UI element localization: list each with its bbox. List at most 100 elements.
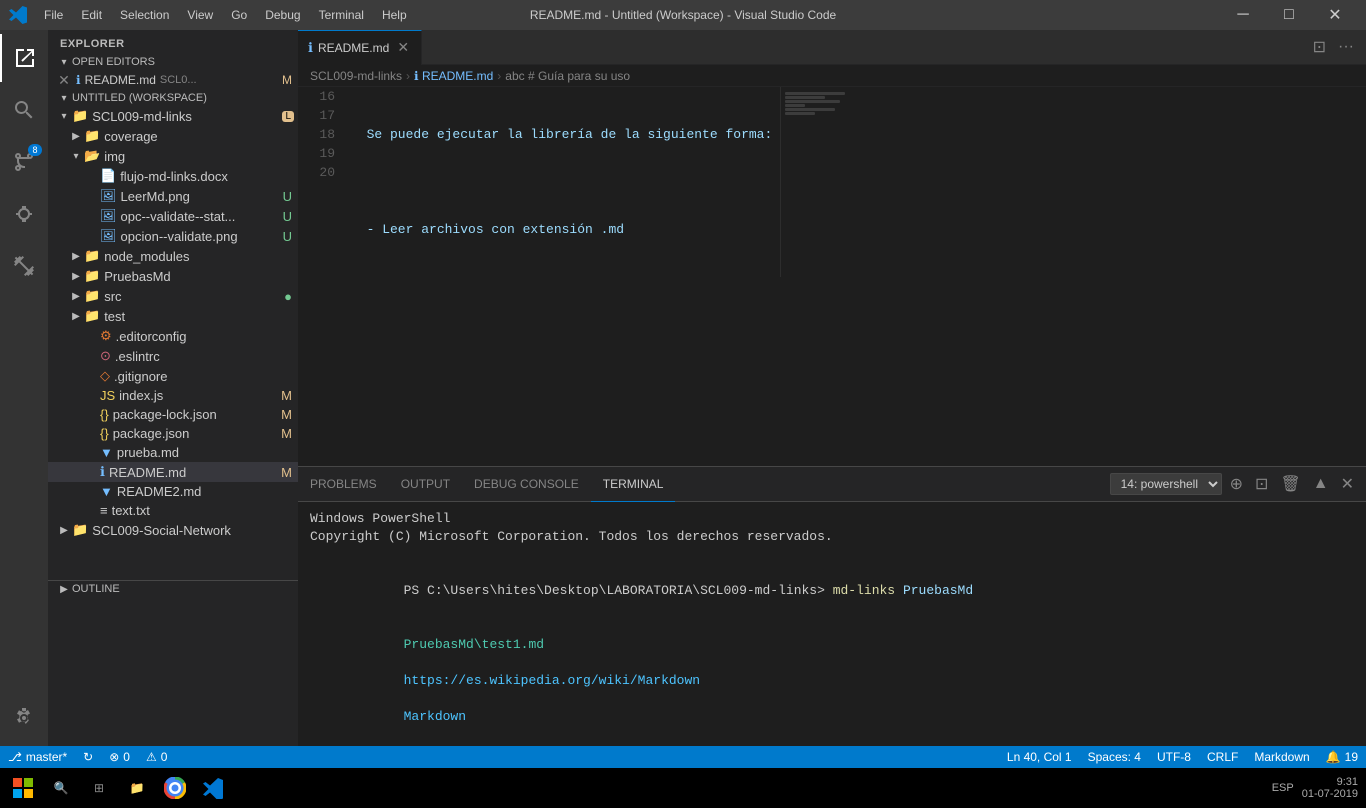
open-editor-readme[interactable]: ✕ ℹ README.md SCL0... M <box>48 70 298 90</box>
flujo-file[interactable]: ▶ 📄 flujo-md-links.docx <box>48 166 298 186</box>
readme-tab-close[interactable]: ✕ <box>395 40 411 56</box>
pruebasmd-folder[interactable]: ▶ 📁 PruebasMd <box>48 266 298 286</box>
taskbar-clock[interactable]: 9:31 01-07-2019 <box>1302 776 1358 800</box>
sidebar-spacer <box>48 540 298 580</box>
open-editors-header[interactable]: ▾ OPEN EDITORS <box>48 54 298 70</box>
result-extra-1: Markdown <box>404 709 466 724</box>
settings-activity-icon[interactable] <box>0 694 48 742</box>
line-ending-status[interactable]: CRLF <box>1199 746 1246 768</box>
breadcrumb-section[interactable]: abc # Guía para su uso <box>505 69 630 83</box>
editorconfig-name: .editorconfig <box>116 329 298 344</box>
readme-tab[interactable]: ℹ README.md ✕ <box>298 30 422 65</box>
source-control-activity-icon[interactable]: 8 <box>0 138 48 186</box>
workspace-header[interactable]: ▾ UNTITLED (WORKSPACE) <box>48 90 298 106</box>
pruebasmd-arrow: ▶ <box>68 271 84 282</box>
output-tab[interactable]: OUTPUT <box>389 467 462 502</box>
root-folder-name: SCL009-md-links <box>92 109 282 124</box>
task-view[interactable]: ⊞ <box>84 773 114 803</box>
gitignore-file[interactable]: ▶ ◇ .gitignore <box>48 366 298 386</box>
menu-help[interactable]: Help <box>374 6 415 24</box>
kill-terminal-icon[interactable]: 🗑 <box>1276 472 1304 496</box>
coverage-folder[interactable]: ▶ 📁 coverage <box>48 126 298 146</box>
debug-console-tab[interactable]: DEBUG CONSOLE <box>462 467 591 502</box>
search-taskbar[interactable]: 🔍 <box>46 773 76 803</box>
leermd-file[interactable]: ▶ 🖼 LeerMd.png U <box>48 186 298 206</box>
terminal-content[interactable]: Windows PowerShell Copyright (C) Microso… <box>298 502 1366 746</box>
eslintrc-file[interactable]: ▶ ⊙ .eslintrc <box>48 346 298 366</box>
opcion-validate-file[interactable]: ▶ 🖼 opcion--validate.png U <box>48 226 298 246</box>
editorconfig-file[interactable]: ▶ ⚙ .editorconfig <box>48 326 298 346</box>
breadcrumb-root[interactable]: SCL009-md-links <box>310 69 402 83</box>
outline-section: ▶ OUTLINE <box>48 580 298 597</box>
new-terminal-icon[interactable]: ⊕ <box>1226 472 1247 496</box>
menu-view[interactable]: View <box>179 6 221 24</box>
sync-status[interactable]: ↻ <box>75 746 101 768</box>
file-explorer-taskbar[interactable]: 📁 <box>122 773 152 803</box>
menu-terminal[interactable]: Terminal <box>311 6 372 24</box>
debug-activity-icon[interactable] <box>0 190 48 238</box>
line-num-20: 20 <box>306 163 335 182</box>
errors-status[interactable]: ⊗ 0 <box>101 746 138 768</box>
start-button[interactable] <box>8 773 38 803</box>
readme-tab-name: README.md <box>318 41 389 55</box>
chrome-taskbar[interactable] <box>160 773 190 803</box>
encoding-status[interactable]: UTF-8 <box>1149 746 1199 768</box>
editor-close-icon[interactable]: ✕ <box>56 72 72 88</box>
social-network-folder[interactable]: ▶ 📁 SCL009-Social-Network <box>48 520 298 540</box>
opc-validate-file[interactable]: ▶ 🖼 opc--validate--stat... U <box>48 206 298 226</box>
texttxt-file[interactable]: ▶ ≡ text.txt <box>48 501 298 520</box>
code-content[interactable]: Se puede ejecutar la librería de la sigu… <box>343 87 780 277</box>
packagejson-file[interactable]: ▶ {} package.json M <box>48 424 298 443</box>
breadcrumb-file[interactable]: ℹ README.md <box>414 69 493 83</box>
search-activity-icon[interactable] <box>0 86 48 134</box>
terminal-tab[interactable]: TERMINAL <box>591 467 676 502</box>
indexjs-file[interactable]: ▶ JS index.js M <box>48 386 298 405</box>
more-actions-icon[interactable]: ··· <box>1334 36 1358 58</box>
spaces-status[interactable]: Spaces: 4 <box>1080 746 1149 768</box>
readme2-file[interactable]: ▶ ▼ README2.md <box>48 482 298 501</box>
warning-count: 0 <box>161 750 168 764</box>
cursor-position-status[interactable]: Ln 40, Col 1 <box>999 746 1080 768</box>
img-folder[interactable]: ▾ 📂 img <box>48 146 298 166</box>
node-modules-folder[interactable]: ▶ 📁 node_modules <box>48 246 298 266</box>
menu-selection[interactable]: Selection <box>112 6 177 24</box>
workspace-arrow: ▾ <box>56 93 72 104</box>
explorer-activity-icon[interactable] <box>0 34 48 82</box>
minimap-content <box>781 87 860 120</box>
editor-main: 16 17 18 19 20 Se puede ejecutar la libr… <box>298 87 860 277</box>
taskbar-right: ESP 9:31 01-07-2019 <box>1272 776 1358 800</box>
language-status[interactable]: Markdown <box>1246 746 1317 768</box>
src-folder[interactable]: ▶ 📁 src ● <box>48 286 298 306</box>
readme-file[interactable]: ▶ ℹ README.md M <box>48 462 298 482</box>
pruebamd-file[interactable]: ▶ ▼ prueba.md <box>48 443 298 462</box>
vscode-taskbar[interactable] <box>198 773 228 803</box>
warnings-status[interactable]: ⚠ 0 <box>138 746 175 768</box>
git-branch-status[interactable]: ⎇ master* <box>0 746 75 768</box>
outline-header[interactable]: ▶ OUTLINE <box>48 581 298 597</box>
flujo-filename: flujo-md-links.docx <box>120 169 298 184</box>
minimize-button[interactable]: ─ <box>1220 0 1266 30</box>
minimap-line <box>785 104 805 107</box>
warning-icon: ⚠ <box>146 750 157 764</box>
split-terminal-icon[interactable]: ⊡ <box>1251 472 1272 496</box>
error-count: 0 <box>123 750 130 764</box>
notifications-status[interactable]: 🔔 19 <box>1318 746 1366 768</box>
menu-file[interactable]: File <box>36 6 71 24</box>
maximize-panel-icon[interactable]: ▲ <box>1309 473 1333 495</box>
split-editor-icon[interactable]: ⊡ <box>1309 35 1330 59</box>
root-folder[interactable]: ▾ 📁 SCL009-md-links L <box>48 106 298 126</box>
spaces-text: Spaces: 4 <box>1088 750 1141 764</box>
test-folder[interactable]: ▶ 📁 test <box>48 306 298 326</box>
terminal-selector[interactable]: 14: powershell <box>1110 473 1222 495</box>
line-ending-text: CRLF <box>1207 750 1238 764</box>
menu-debug[interactable]: Debug <box>257 6 308 24</box>
close-button[interactable]: ✕ <box>1312 0 1358 30</box>
close-panel-icon[interactable]: ✕ <box>1337 472 1358 496</box>
menu-go[interactable]: Go <box>223 6 255 24</box>
maximize-button[interactable]: □ <box>1266 0 1312 30</box>
packagelock-file[interactable]: ▶ {} package-lock.json M <box>48 405 298 424</box>
menu-edit[interactable]: Edit <box>73 6 110 24</box>
texttxt-name: text.txt <box>112 503 298 518</box>
problems-tab[interactable]: PROBLEMS <box>298 467 389 502</box>
extensions-activity-icon[interactable] <box>0 242 48 290</box>
